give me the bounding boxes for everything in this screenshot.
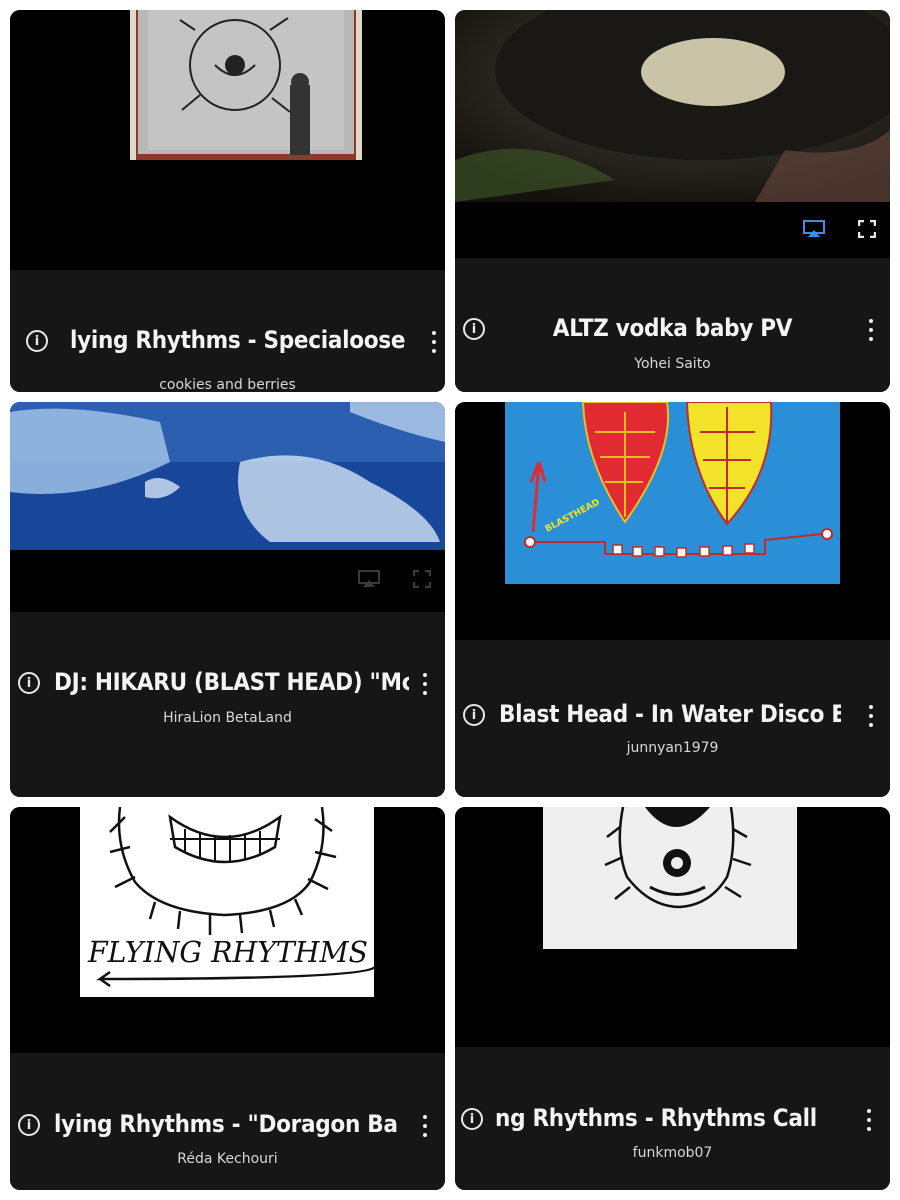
- video-card[interactable]: i lying Rhythms - Specialoose cookies an…: [10, 10, 445, 392]
- info-icon[interactable]: i: [461, 1108, 483, 1130]
- more-vert-icon[interactable]: [865, 1109, 873, 1131]
- info-icon[interactable]: i: [18, 672, 40, 694]
- channel-name[interactable]: HiraLion BetaLand: [10, 710, 445, 726]
- channel-name[interactable]: Réda Kechouri: [10, 1151, 445, 1167]
- video-title[interactable]: lying Rhythms - "Doragon Ba: [54, 1110, 401, 1138]
- more-vert-icon[interactable]: [867, 319, 875, 341]
- fullscreen-icon[interactable]: [413, 570, 431, 588]
- video-info-bar: i lying Rhythms - "Doragon Ba Réda Kecho…: [10, 1053, 445, 1190]
- video-info-bar: i Blast Head - In Water Disco E junnyan1…: [455, 640, 890, 797]
- video-thumbnail[interactable]: FLYING RHYTHMS: [10, 807, 445, 1053]
- thumbnail-artwork: [130, 10, 362, 160]
- thumbnail-artwork: BLASTHEAD: [505, 402, 840, 584]
- video-info-bar: i DJ: HIKARU (BLAST HEAD) "Mc HiraLion B…: [10, 612, 445, 797]
- airplay-icon[interactable]: [358, 570, 380, 588]
- video-title[interactable]: lying Rhythms - Specialoose: [70, 326, 410, 354]
- video-thumbnail[interactable]: BLASTHEAD: [455, 402, 890, 640]
- flying-rhythms-text: FLYING RHYTHMS: [87, 935, 368, 969]
- video-thumbnail[interactable]: [10, 10, 445, 270]
- video-title[interactable]: DJ: HIKARU (BLAST HEAD) "Mc: [54, 668, 409, 696]
- channel-name[interactable]: junnyan1979: [455, 740, 890, 756]
- player-controls: [455, 202, 890, 258]
- video-title[interactable]: ALTZ vodka baby PV: [495, 314, 850, 342]
- info-icon[interactable]: i: [26, 330, 48, 352]
- channel-name[interactable]: funkmob07: [455, 1145, 890, 1161]
- video-info-bar: i lying Rhythms - Specialoose cookies an…: [10, 270, 445, 392]
- video-thumbnail[interactable]: [10, 402, 445, 550]
- video-thumbnail[interactable]: [455, 807, 890, 1047]
- video-card[interactable]: FLYING RHYTHMS i lying Rhythms - "Dorago…: [10, 807, 445, 1190]
- thumbnail-artwork: [543, 807, 797, 949]
- video-card[interactable]: BLASTHEAD i Blast Head - In Water Disco …: [455, 402, 890, 797]
- channel-name[interactable]: cookies and berries: [10, 377, 445, 392]
- more-vert-icon[interactable]: [430, 331, 438, 353]
- player-controls: [10, 550, 445, 612]
- info-icon[interactable]: i: [18, 1114, 40, 1136]
- channel-name[interactable]: Yohei Saito: [455, 356, 890, 372]
- video-card[interactable]: i ng Rhythms - Rhythms Call funkmob07: [455, 807, 890, 1190]
- fullscreen-icon[interactable]: [858, 220, 876, 238]
- video-title[interactable]: ng Rhythms - Rhythms Call: [495, 1104, 845, 1132]
- info-icon[interactable]: i: [463, 318, 485, 340]
- more-vert-icon[interactable]: [421, 1115, 429, 1137]
- video-title[interactable]: Blast Head - In Water Disco E: [499, 700, 841, 728]
- thumbnail-artwork: [10, 402, 445, 550]
- info-icon[interactable]: i: [463, 704, 485, 726]
- more-vert-icon[interactable]: [867, 705, 875, 727]
- more-vert-icon[interactable]: [421, 673, 429, 695]
- video-card[interactable]: i DJ: HIKARU (BLAST HEAD) "Mc HiraLion B…: [10, 402, 445, 797]
- thumbnail-artwork: FLYING RHYTHMS: [80, 807, 376, 997]
- thumbnail-artwork: [455, 10, 890, 202]
- video-card[interactable]: i ALTZ vodka baby PV Yohei Saito: [455, 10, 890, 392]
- video-info-bar: i ng Rhythms - Rhythms Call funkmob07: [455, 1047, 890, 1190]
- video-thumbnail[interactable]: [455, 10, 890, 202]
- video-info-bar: i ALTZ vodka baby PV Yohei Saito: [455, 258, 890, 392]
- airplay-icon[interactable]: [803, 220, 825, 238]
